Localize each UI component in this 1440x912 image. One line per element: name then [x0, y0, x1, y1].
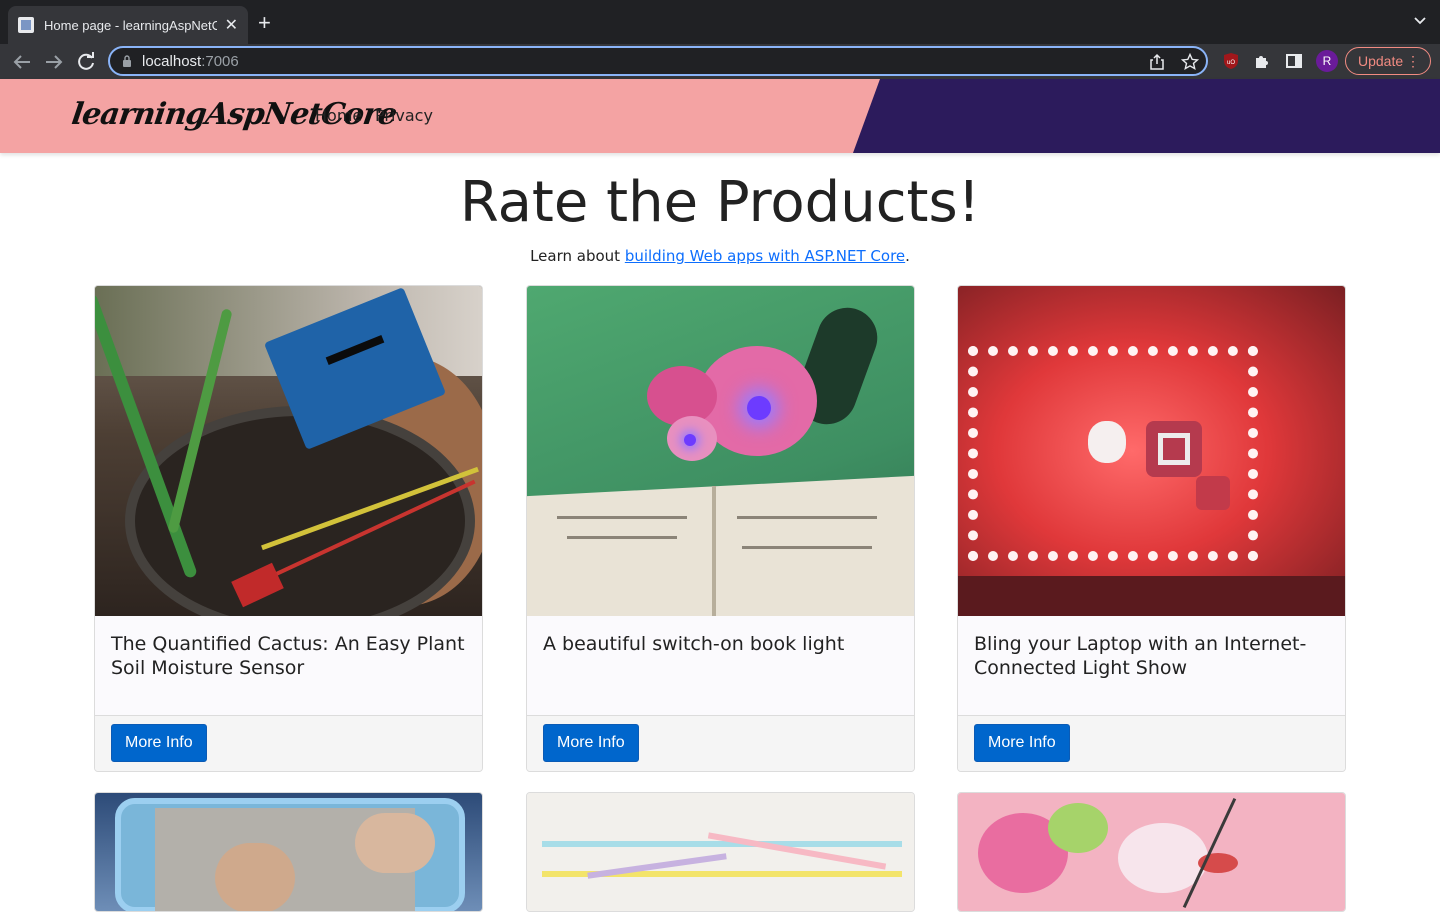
- url-text: localhost:7006: [142, 53, 239, 70]
- subtitle-text: Learn about: [530, 247, 625, 265]
- product-card: A beautiful switch-on book light More In…: [526, 285, 915, 772]
- product-title: A beautiful switch-on book light: [527, 616, 914, 716]
- browser-tab[interactable]: Home page - learningAspNetC ✕: [8, 6, 248, 44]
- url-port: :7006: [201, 53, 239, 70]
- product-image: [527, 286, 914, 616]
- page-favicon-icon: [18, 17, 34, 33]
- product-image: [527, 793, 914, 911]
- product-image: [958, 793, 1345, 911]
- product-image: [95, 793, 482, 911]
- subtitle-period: .: [905, 247, 910, 265]
- ublock-extension-icon[interactable]: uO: [1221, 51, 1241, 71]
- aspnet-docs-link[interactable]: building Web apps with ASP.NET Core: [625, 247, 905, 265]
- site-navbar: learningAspNetCore Home Privacy: [0, 79, 1440, 153]
- product-image: [95, 286, 482, 616]
- forward-arrow-icon[interactable]: [42, 50, 66, 74]
- product-image: [958, 286, 1345, 616]
- nav-link-home[interactable]: Home: [315, 106, 362, 125]
- product-title: The Quantified Cactus: An Easy Plant Soi…: [95, 616, 482, 716]
- back-arrow-icon[interactable]: [10, 50, 34, 74]
- product-card: [957, 792, 1346, 912]
- card-footer: More Info: [95, 716, 482, 771]
- more-info-button[interactable]: More Info: [111, 724, 207, 762]
- more-info-button[interactable]: More Info: [543, 724, 639, 762]
- more-info-button[interactable]: More Info: [974, 724, 1070, 762]
- lock-icon: [123, 55, 131, 67]
- close-tab-icon[interactable]: ✕: [225, 15, 238, 35]
- product-card: [526, 792, 915, 912]
- product-card: Bling your Laptop with an Internet-Conne…: [957, 285, 1346, 772]
- browser-toolbar: localhost:7006 uO R Update ⋮: [0, 44, 1440, 79]
- card-footer: More Info: [958, 716, 1345, 771]
- profile-avatar[interactable]: R: [1316, 50, 1338, 72]
- product-card: The Quantified Cactus: An Easy Plant Soi…: [94, 285, 483, 772]
- new-tab-icon[interactable]: +: [258, 12, 271, 34]
- bookmark-star-icon[interactable]: [1181, 53, 1199, 71]
- tab-title: Home page - learningAspNetC: [44, 17, 217, 33]
- svg-text:uO: uO: [1227, 60, 1235, 66]
- chevron-down-icon[interactable]: [1414, 14, 1426, 26]
- extensions-puzzle-icon[interactable]: [1252, 51, 1272, 71]
- update-button[interactable]: Update ⋮: [1345, 47, 1431, 75]
- more-vert-icon: ⋮: [1406, 53, 1420, 69]
- card-footer: More Info: [527, 716, 914, 771]
- share-icon[interactable]: [1148, 53, 1166, 71]
- update-label: Update: [1358, 53, 1404, 69]
- side-panel-icon[interactable]: [1284, 51, 1304, 71]
- product-title: Bling your Laptop with an Internet-Conne…: [958, 616, 1345, 716]
- address-bar[interactable]: localhost:7006: [108, 46, 1208, 76]
- reload-icon[interactable]: [74, 50, 98, 74]
- url-host: localhost: [142, 53, 202, 70]
- page-subtitle: Learn about building Web apps with ASP.N…: [0, 247, 1440, 265]
- product-card: [94, 792, 483, 912]
- page-title: Rate the Products!: [459, 170, 981, 235]
- nav-link-privacy[interactable]: Privacy: [375, 106, 433, 125]
- browser-tabbar: Home page - learningAspNetC ✕ +: [0, 0, 1440, 44]
